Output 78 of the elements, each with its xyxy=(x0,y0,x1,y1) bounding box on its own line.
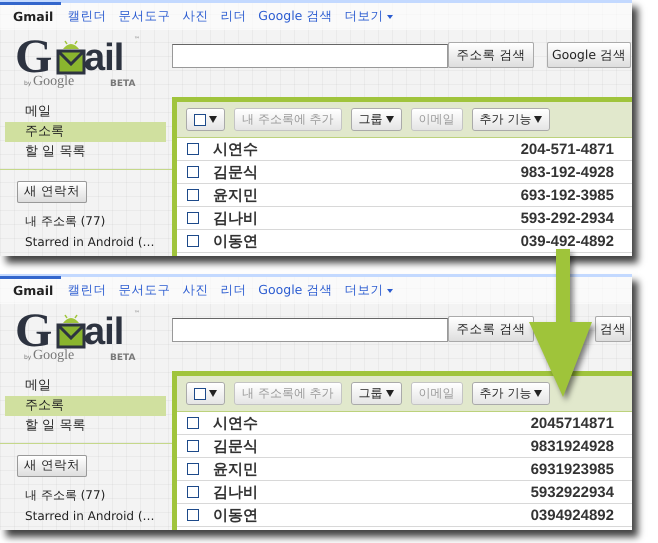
search-button[interactable]: 주소록 검색 xyxy=(448,42,534,68)
new-contact-button[interactable]: 새 연락처 xyxy=(17,180,87,202)
phone-number: 983-192-4928 xyxy=(520,164,614,180)
contact-group-link[interactable]: Starred in Android (… xyxy=(25,506,172,526)
checkbox[interactable] xyxy=(187,509,199,521)
phone-number: 204-571-4871 xyxy=(520,140,614,158)
phone-number: 0394924892 xyxy=(530,506,614,524)
checkbox[interactable] xyxy=(187,235,199,247)
logo-text: ail xyxy=(84,310,124,354)
phone-number: 693-192-3985 xyxy=(520,186,614,204)
nav-link[interactable]: 사진 xyxy=(176,2,214,28)
sidebar-item[interactable]: 할 일 목록 xyxy=(5,416,166,436)
phone-number: 9831924928 xyxy=(530,438,614,454)
phone-number: 5932922934 xyxy=(530,484,614,500)
logo-letter: G xyxy=(15,311,52,351)
contact-name[interactable]: 이동연 xyxy=(213,506,531,524)
beta-label: BETA xyxy=(110,79,136,89)
nav-link[interactable]: 캘린더 xyxy=(61,276,112,302)
contact-group-link[interactable]: 내 주소록 (77) xyxy=(25,484,172,506)
nav-link[interactable]: 더보기 xyxy=(338,2,400,28)
contact-name[interactable]: 김나비 xyxy=(213,208,521,228)
logo-company: Google xyxy=(33,348,74,364)
phone-number: 039-492-4892 xyxy=(520,232,614,250)
nav-link[interactable]: Google 검색 xyxy=(252,2,338,28)
toolbar-button[interactable]: 그룹 xyxy=(350,382,402,405)
logo-letter: G xyxy=(15,37,52,77)
checkbox[interactable] xyxy=(194,388,206,400)
nav-link[interactable]: 리더 xyxy=(214,2,252,28)
checkbox[interactable] xyxy=(187,166,199,178)
beta-label: BETA xyxy=(110,353,136,363)
search-field[interactable] xyxy=(172,318,448,342)
contact-name[interactable]: 김나비 xyxy=(213,482,531,502)
nav-link[interactable]: 캘린더 xyxy=(61,2,112,28)
nav-link[interactable]: Gmail xyxy=(0,2,62,28)
search-button[interactable]: Google 검색 xyxy=(546,42,631,68)
search-field[interactable] xyxy=(172,44,448,68)
nav-link[interactable]: Google 검색 xyxy=(252,276,338,302)
phone-number: 2045714871 xyxy=(530,414,614,432)
contact-group-link[interactable]: 내 주소록 (77) xyxy=(25,210,172,232)
nav-link[interactable]: 리더 xyxy=(214,276,252,302)
sidebar-item[interactable]: 메일 xyxy=(5,376,166,396)
nav-link[interactable]: 문서도구 xyxy=(112,2,176,28)
nav-link[interactable]: Gmail xyxy=(0,276,62,302)
checkbox[interactable] xyxy=(187,486,199,498)
checkbox[interactable] xyxy=(187,417,199,429)
nav-link[interactable]: 더보기 xyxy=(338,276,400,302)
phone-number: 593-292-2934 xyxy=(520,210,614,226)
checkbox[interactable] xyxy=(187,440,199,452)
contact-name[interactable]: 윤지민 xyxy=(213,186,521,204)
checkbox[interactable] xyxy=(187,212,199,224)
sidebar-item[interactable]: 주소록 xyxy=(5,122,166,142)
toolbar-button[interactable]: 추가 기능 xyxy=(472,382,550,405)
search-button[interactable]: 검색 xyxy=(595,316,631,342)
toolbar-button[interactable]: 그룹 xyxy=(350,108,402,131)
checkbox[interactable] xyxy=(187,189,199,201)
contact-name[interactable]: 김문식 xyxy=(213,436,531,456)
nav-link[interactable]: 사진 xyxy=(176,276,214,302)
phone-number: 6931923985 xyxy=(530,460,614,478)
logo-text: ail xyxy=(84,36,124,80)
select-menu-button[interactable] xyxy=(186,382,225,405)
new-contact-button[interactable]: 새 연락처 xyxy=(17,454,87,476)
contact-name[interactable]: 이동연 xyxy=(213,232,521,250)
toolbar-button[interactable]: 추가 기능 xyxy=(472,108,550,131)
search-button[interactable]: 주소록 검색 xyxy=(448,316,534,342)
sidebar-item[interactable]: 할 일 목록 xyxy=(5,142,166,162)
select-menu-button[interactable] xyxy=(186,108,225,131)
contact-name[interactable]: 윤지민 xyxy=(213,460,531,478)
contact-name[interactable]: 시연수 xyxy=(213,140,521,158)
logo-company: Google xyxy=(33,74,74,90)
checkbox[interactable] xyxy=(187,463,199,475)
contact-group-link[interactable]: Starred in Android (… xyxy=(25,232,172,252)
contact-name[interactable]: 시연수 xyxy=(213,414,531,432)
contact-name[interactable]: 김문식 xyxy=(213,162,521,182)
checkbox[interactable] xyxy=(187,143,199,155)
sidebar-item[interactable]: 주소록 xyxy=(5,396,166,416)
checkbox[interactable] xyxy=(194,114,206,126)
sidebar-item[interactable]: 메일 xyxy=(5,102,166,122)
nav-link[interactable]: 문서도구 xyxy=(112,276,176,302)
